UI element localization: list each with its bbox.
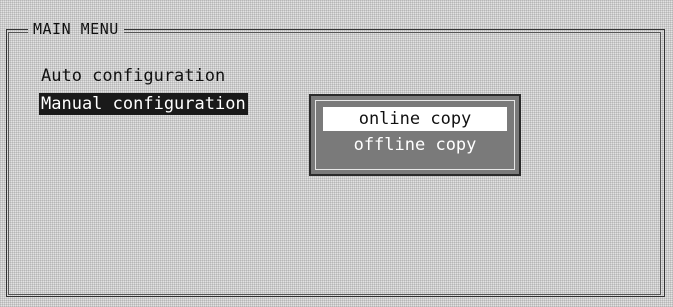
submenu-item-offline-copy[interactable]: offline copy xyxy=(323,133,507,157)
terminal-screen: MAIN MENU Auto configuration Manual conf… xyxy=(0,0,673,307)
menu-item-manual-configuration[interactable]: Manual configuration xyxy=(39,93,248,115)
menu-title: MAIN MENU xyxy=(28,19,124,39)
submenu-popup: online copy offline copy xyxy=(309,94,521,176)
submenu-item-online-copy[interactable]: online copy xyxy=(323,107,507,131)
menu-item-auto-configuration[interactable]: Auto configuration xyxy=(39,65,227,87)
